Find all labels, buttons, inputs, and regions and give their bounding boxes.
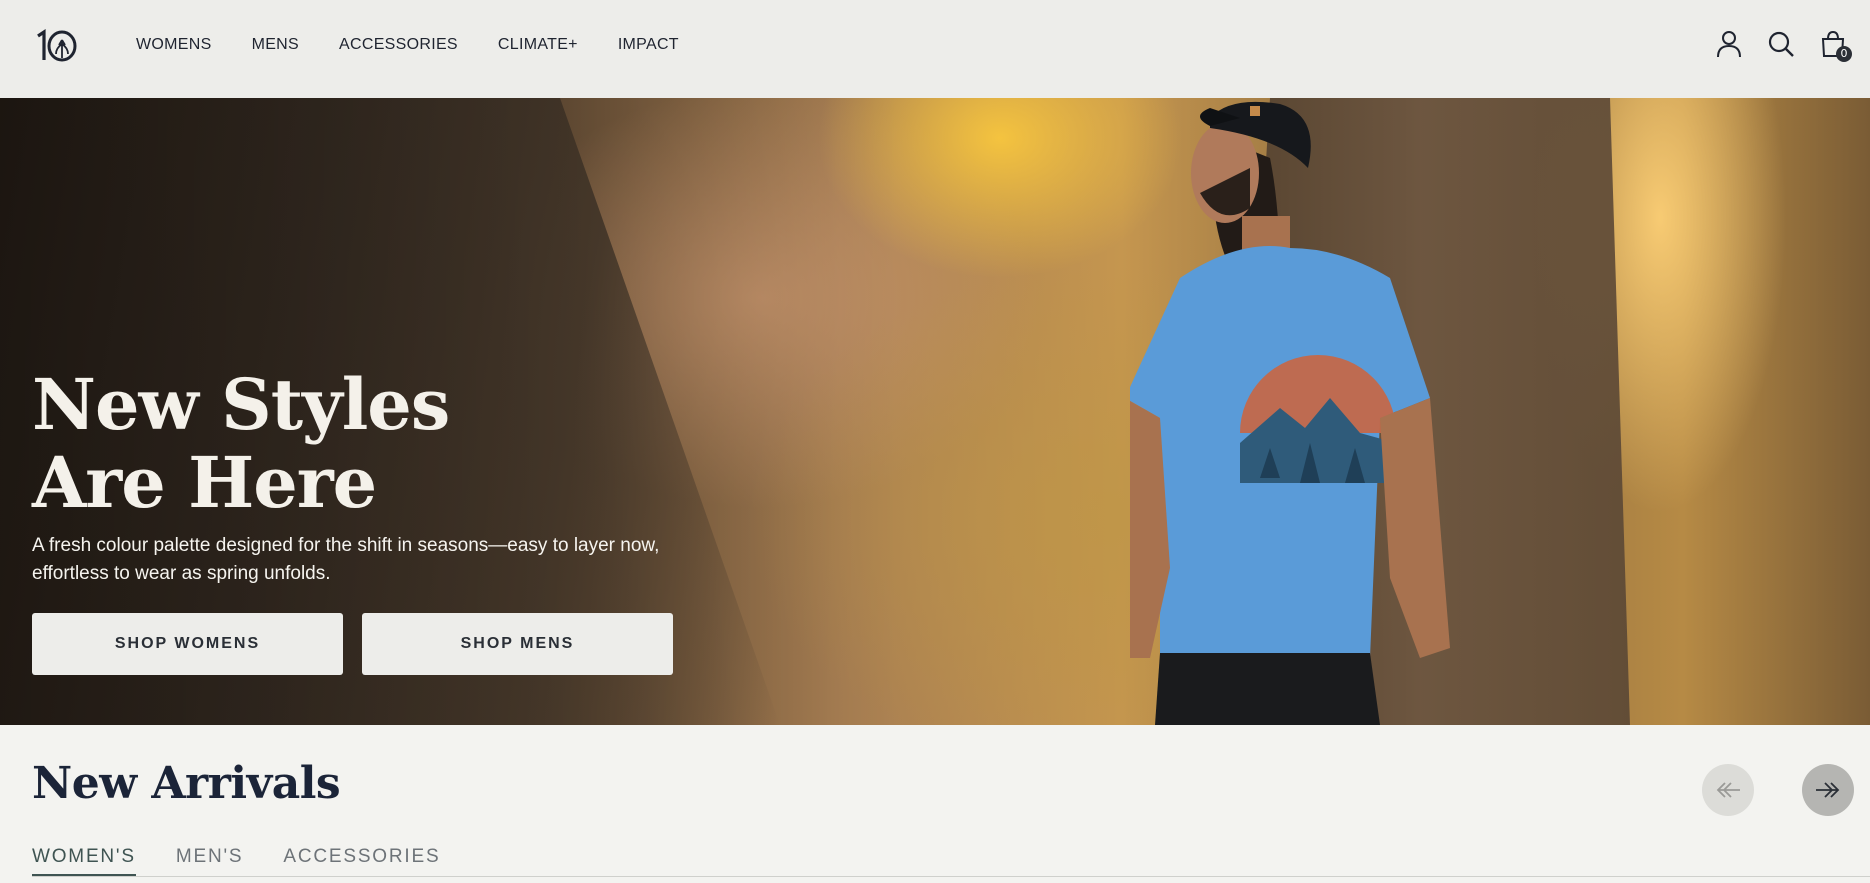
arrivals-tabs: WOMEN'S MEN'S ACCESSORIES xyxy=(32,846,480,876)
header-icons: 0 xyxy=(1714,28,1852,62)
nav-climate[interactable]: CLIMATE+ xyxy=(498,36,578,54)
carousel-next-button[interactable] xyxy=(1802,764,1854,816)
site-header: WOMENS MENS ACCESSORIES CLIMATE+ IMPACT … xyxy=(0,0,1870,98)
cart-count-badge: 0 xyxy=(1836,46,1852,62)
arrow-left-icon xyxy=(1716,782,1740,798)
cart-icon[interactable]: 0 xyxy=(1818,28,1852,62)
nav-impact[interactable]: IMPACT xyxy=(618,36,679,54)
shop-womens-button[interactable]: SHOP WOMENS xyxy=(32,613,343,675)
tab-womens[interactable]: WOMEN'S xyxy=(32,846,136,876)
new-arrivals-title: New Arrivals xyxy=(32,758,341,809)
account-icon[interactable] xyxy=(1714,28,1744,60)
nav-mens[interactable]: MENS xyxy=(252,36,299,54)
shop-mens-button[interactable]: SHOP MENS xyxy=(362,613,673,675)
arrow-right-icon xyxy=(1816,782,1840,798)
search-icon[interactable] xyxy=(1766,28,1796,60)
main-nav: WOMENS MENS ACCESSORIES CLIMATE+ IMPACT xyxy=(136,36,719,54)
nav-accessories[interactable]: ACCESSORIES xyxy=(339,36,458,54)
nav-womens[interactable]: WOMENS xyxy=(136,36,212,54)
hero-subtitle: A fresh colour palette designed for the … xyxy=(32,535,660,584)
hero-title: New Styles Are Here xyxy=(32,363,450,524)
carousel-prev-button[interactable] xyxy=(1702,764,1754,816)
tab-mens[interactable]: MEN'S xyxy=(176,846,244,876)
brand-logo[interactable] xyxy=(32,28,80,64)
tabs-divider xyxy=(32,876,1870,877)
tab-accessories[interactable]: ACCESSORIES xyxy=(283,846,440,876)
hero-image-model xyxy=(1125,98,1590,725)
